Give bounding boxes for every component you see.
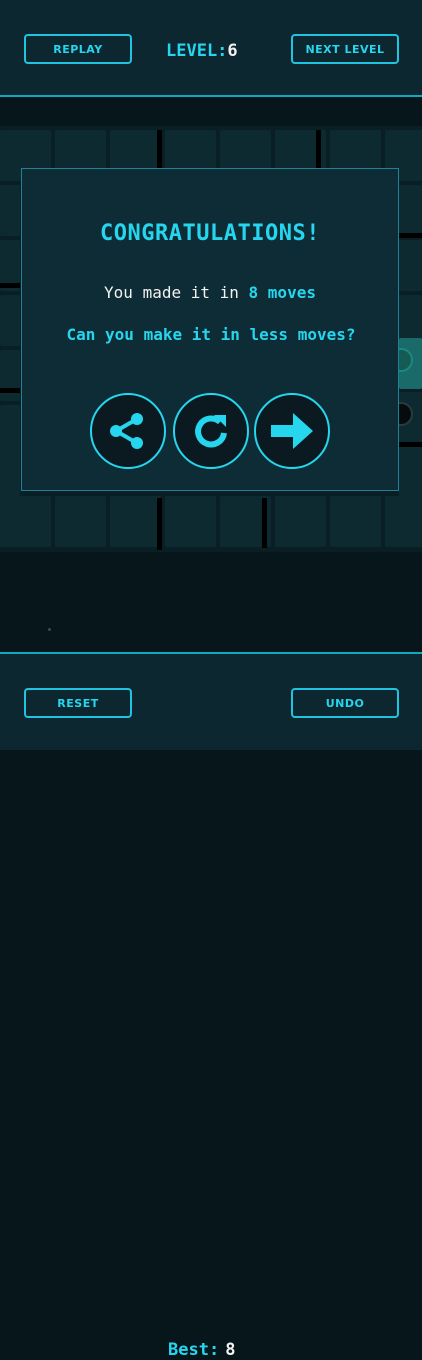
undo-button[interactable]: UNDO xyxy=(291,688,399,718)
board-cell xyxy=(399,185,422,236)
best-label: Best: xyxy=(168,1340,220,1360)
wall xyxy=(0,388,20,393)
best-indicator: Best: 8 xyxy=(168,1340,235,1360)
top-bar: REPLAY LEVEL:6 NEXT LEVEL xyxy=(0,0,422,97)
wall xyxy=(157,130,162,172)
board-cell xyxy=(110,496,161,547)
board-cell xyxy=(385,496,422,547)
share-icon xyxy=(110,413,143,449)
wall xyxy=(262,498,267,548)
decorative-dot xyxy=(48,628,51,631)
board-cell xyxy=(399,240,422,291)
next-button[interactable] xyxy=(254,393,330,469)
share-button[interactable] xyxy=(90,393,166,469)
best-value: 8 xyxy=(225,1340,236,1360)
moves-message: You made it in 8 moves xyxy=(22,283,398,302)
restart-button[interactable] xyxy=(173,393,249,469)
challenge-question: Can you make it in less moves? xyxy=(66,325,356,344)
bottom-bar: RESET Best: 8 UNDO xyxy=(0,652,422,1360)
arrow-right-icon xyxy=(271,413,313,449)
board-cell xyxy=(0,350,20,401)
board-cell xyxy=(330,496,381,547)
board-cell xyxy=(0,496,51,547)
board-cell xyxy=(0,446,20,497)
moves-count: 8 moves xyxy=(248,283,316,302)
congratulations-dialog: CONGRATULATIONS! You made it in 8 moves … xyxy=(21,168,399,491)
board-cell xyxy=(55,496,106,547)
next-level-button[interactable]: NEXT LEVEL xyxy=(291,34,399,64)
level-value: 6 xyxy=(227,41,238,61)
level-label: LEVEL: xyxy=(166,41,228,61)
replay-button[interactable]: REPLAY xyxy=(24,34,132,64)
board-cell xyxy=(0,185,20,236)
board-cell xyxy=(165,496,216,547)
dialog-title: CONGRATULATIONS! xyxy=(100,221,320,246)
reset-button[interactable]: RESET xyxy=(24,688,132,718)
level-indicator: LEVEL:6 xyxy=(166,41,238,61)
wall xyxy=(399,442,422,447)
board-cell xyxy=(399,447,422,498)
restart-icon xyxy=(195,415,227,448)
wall xyxy=(0,283,20,288)
wall xyxy=(316,130,321,172)
board-cell xyxy=(275,496,326,547)
board-cell xyxy=(0,295,20,346)
wall xyxy=(399,233,422,238)
wall xyxy=(157,498,162,550)
moves-message-prefix: You made it in xyxy=(104,283,239,302)
